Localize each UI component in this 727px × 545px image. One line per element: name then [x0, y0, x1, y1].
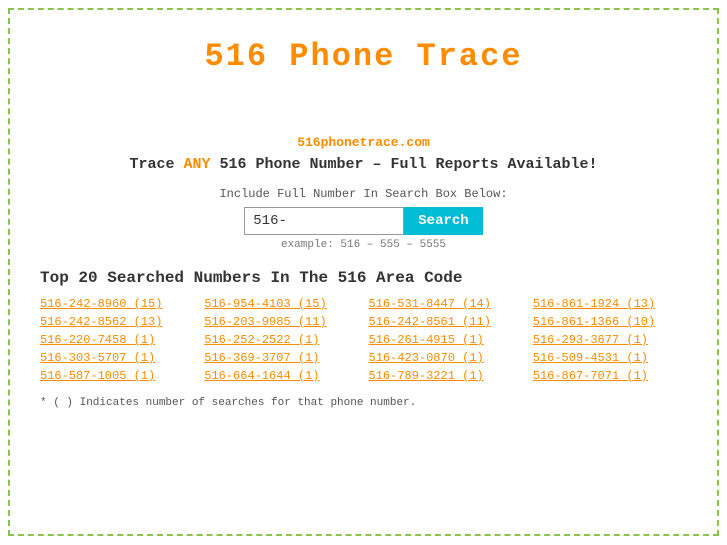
search-input[interactable] — [244, 207, 404, 235]
number-link[interactable]: 516-509-4531 (1) — [533, 351, 687, 365]
number-link[interactable]: 516-954-4103 (15) — [204, 297, 358, 311]
tagline: Trace ANY 516 Phone Number – Full Report… — [40, 156, 687, 173]
search-row: Search — [40, 207, 687, 235]
number-link[interactable]: 516-861-1924 (13) — [533, 297, 687, 311]
tagline-end: 516 Phone Number – Full Reports Availabl… — [210, 156, 597, 173]
page-title: 516 Phone Trace — [40, 38, 687, 75]
search-button[interactable]: Search — [404, 207, 482, 235]
search-example: example: 516 – 555 – 5555 — [40, 239, 687, 251]
number-link[interactable]: 516-303-5707 (1) — [40, 351, 194, 365]
site-url: 516phonetrace.com — [40, 135, 687, 150]
number-link[interactable]: 516-252-2522 (1) — [204, 333, 358, 347]
number-link[interactable]: 516-664-1644 (1) — [204, 369, 358, 383]
number-link[interactable]: 516-789-3221 (1) — [369, 369, 523, 383]
number-link[interactable]: 516-867-7071 (1) — [533, 369, 687, 383]
number-link[interactable]: 516-261-4915 (1) — [369, 333, 523, 347]
tagline-start: Trace — [129, 156, 183, 173]
number-link[interactable]: 516-242-8960 (15) — [40, 297, 194, 311]
number-link[interactable]: 516-203-9985 (11) — [204, 315, 358, 329]
number-link[interactable]: 516-531-8447 (14) — [369, 297, 523, 311]
number-link[interactable]: 516-369-3707 (1) — [204, 351, 358, 365]
footnote: * ( ) Indicates number of searches for t… — [40, 397, 687, 409]
number-link[interactable]: 516-423-0870 (1) — [369, 351, 523, 365]
page-container: 516 Phone Trace 516phonetrace.com Trace … — [8, 8, 719, 536]
number-link[interactable]: 516-242-8561 (11) — [369, 315, 523, 329]
number-link[interactable]: 516-861-1366 (10) — [533, 315, 687, 329]
tagline-any: ANY — [183, 156, 210, 173]
number-link[interactable]: 516-293-3677 (1) — [533, 333, 687, 347]
number-link[interactable]: 516-242-8562 (13) — [40, 315, 194, 329]
numbers-grid: 516-242-8960 (15) 516-954-4103 (15) 516-53… — [40, 297, 687, 383]
number-link[interactable]: 516-587-1005 (1) — [40, 369, 194, 383]
number-link[interactable]: 516-220-7458 (1) — [40, 333, 194, 347]
section-title: Top 20 Searched Numbers In The 516 Area … — [40, 269, 687, 287]
search-label: Include Full Number In Search Box Below: — [40, 187, 687, 201]
